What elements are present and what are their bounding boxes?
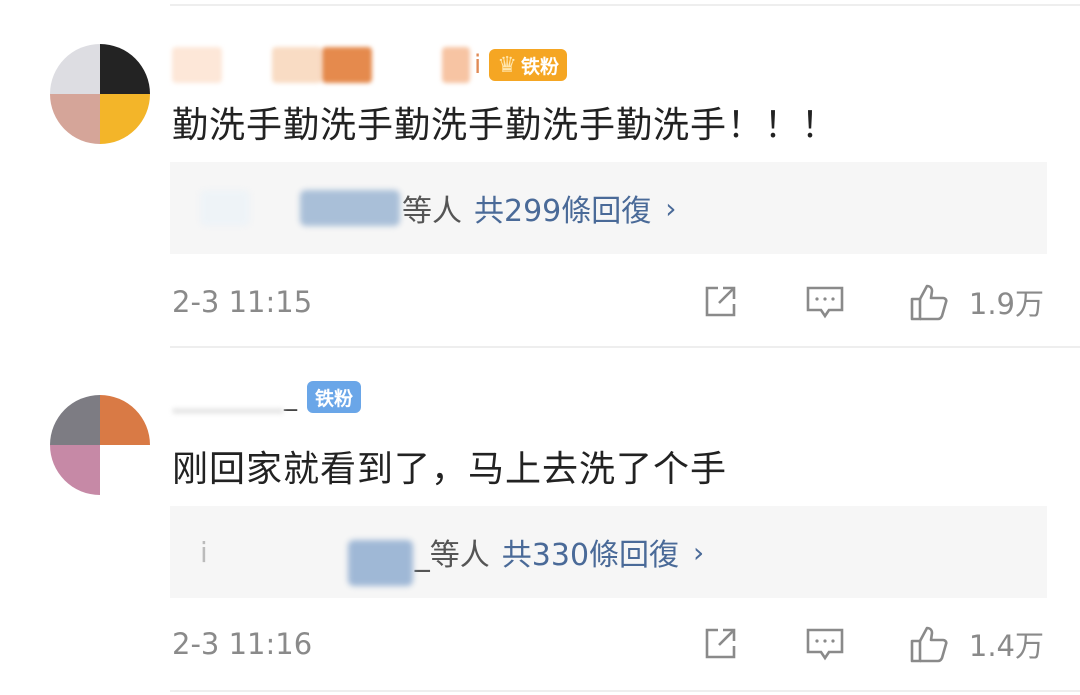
reply-user-blurred	[347, 540, 413, 586]
comment-actions: 1.4万	[701, 622, 1044, 666]
share-icon	[705, 628, 736, 659]
reply-user-blurred	[300, 190, 400, 226]
like-count: 1.4万	[968, 629, 1044, 663]
username-row[interactable]: _ 铁粉	[172, 377, 362, 417]
comment-divider	[170, 346, 1080, 348]
fan-badge-label: 铁粉	[315, 387, 354, 410]
fan-badge[interactable]: ♛ 铁粉	[489, 49, 567, 81]
reply-summary[interactable]: i _等人 共330條回復 ›	[170, 506, 1047, 598]
chevron-right-icon[interactable]: ›	[665, 192, 676, 225]
comment-button[interactable]	[805, 283, 845, 321]
comment-text: 刚回家就看到了，马上去洗了个手	[172, 449, 728, 490]
username-blurred	[172, 408, 284, 414]
reply-summary[interactable]: 等人 共299條回復 ›	[170, 162, 1047, 254]
reply-count-link[interactable]: 共299條回復	[474, 186, 651, 230]
bottom-divider	[170, 690, 1080, 692]
comment-actions: 1.9万	[701, 280, 1044, 324]
comment-icon	[806, 628, 844, 661]
like-count: 1.9万	[968, 287, 1044, 321]
reply-users	[200, 190, 400, 226]
comment-button[interactable]	[805, 625, 845, 663]
chevron-right-icon[interactable]: ›	[693, 536, 704, 569]
avatar[interactable]	[50, 395, 150, 495]
username-row[interactable]: i ♛ 铁粉	[172, 45, 567, 85]
reply-etc-text: 等人	[402, 194, 462, 229]
reply-users	[347, 518, 413, 586]
username-suffix: _	[284, 382, 297, 412]
share-button[interactable]	[701, 283, 739, 321]
reply-user-prefix: i	[200, 535, 208, 569]
comment-time: 2-3 11:16	[172, 627, 313, 661]
fan-badge-label: 铁粉	[520, 55, 559, 78]
share-button[interactable]	[701, 625, 739, 663]
crown-icon: ♛	[497, 52, 517, 78]
share-icon	[705, 286, 736, 317]
comment-icon	[806, 286, 844, 319]
like-button[interactable]: 1.4万	[909, 623, 1044, 665]
reply-user-blurred	[200, 190, 250, 226]
like-button[interactable]: 1.9万	[909, 281, 1044, 323]
reply-etc-text: _等人	[414, 538, 490, 573]
like-icon	[910, 626, 948, 663]
avatar[interactable]	[50, 44, 150, 144]
top-divider	[170, 4, 1080, 6]
like-icon	[910, 284, 948, 321]
username-blurred	[442, 47, 470, 83]
reply-count-link[interactable]: 共330條回復	[502, 530, 679, 574]
comment-text: 勤洗手勤洗手勤洗手勤洗手勤洗手！！！	[172, 105, 839, 146]
comment-meta: 2-3 11:16 1.4万	[172, 622, 1052, 666]
username-blurred	[322, 47, 372, 83]
username-suffix: i	[474, 50, 482, 80]
username-blurred	[272, 47, 322, 83]
comment-time: 2-3 11:15	[172, 285, 313, 319]
username-blurred	[172, 47, 222, 83]
comment-meta: 2-3 11:15 1.9万	[172, 280, 1052, 324]
fan-badge[interactable]: 铁粉	[307, 381, 362, 413]
